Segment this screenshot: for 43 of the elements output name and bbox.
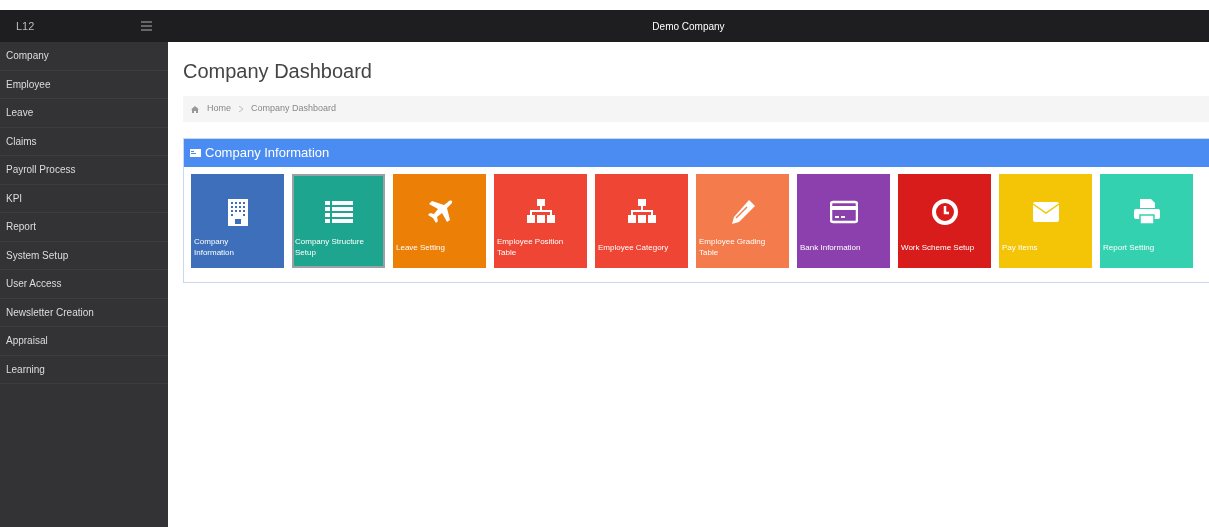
org-chart-icon xyxy=(627,198,656,226)
dashboard-tile[interactable]: Work Scheme Setup xyxy=(898,174,991,268)
sidebar-item[interactable]: Payroll Process xyxy=(0,156,168,185)
tile-label: Employee Grading Table xyxy=(699,236,767,258)
sidebar-item[interactable]: Company xyxy=(0,42,168,71)
page-title: Company Dashboard xyxy=(183,59,373,84)
company-name: Demo Company xyxy=(652,19,725,34)
sidebar-item[interactable]: Newsletter Creation xyxy=(0,298,168,327)
tile-label: Company Information xyxy=(194,236,236,258)
tile-label: Work Scheme Setup xyxy=(901,241,975,253)
tile-label: Report Setting xyxy=(1103,241,1155,253)
tile-label: Pay Items xyxy=(1002,241,1038,253)
tile-label: Employee Position Table xyxy=(497,236,565,258)
sidebar-item[interactable]: KPI xyxy=(0,184,168,213)
card-icon xyxy=(190,149,201,157)
home-icon xyxy=(191,105,199,113)
chevron-icon xyxy=(239,106,243,112)
tile-label: Company Structure Setup xyxy=(295,236,365,258)
breadcrumb-item[interactable]: Home xyxy=(207,102,231,116)
dashboard-tile[interactable]: Company Information xyxy=(191,174,284,268)
panel-title: Company Information xyxy=(205,144,330,163)
dashboard-tile[interactable]: Employee Position Table xyxy=(494,174,587,268)
sidebar-item[interactable]: Claims xyxy=(0,127,168,156)
list-icon xyxy=(324,198,353,226)
sidebar-item[interactable]: Leave xyxy=(0,99,168,128)
tile-label: Employee Category xyxy=(598,241,669,253)
sidebar-item[interactable]: System Setup xyxy=(0,241,168,270)
printer-icon xyxy=(1132,198,1161,226)
sidebar-item[interactable]: Report xyxy=(0,213,168,242)
tile-label: Bank Information xyxy=(800,241,861,253)
sidebar-item[interactable]: Employee xyxy=(0,70,168,99)
dashboard-tile[interactable]: Bank Information xyxy=(797,174,890,268)
menu-icon[interactable] xyxy=(141,21,152,31)
sidebar-item[interactable]: Appraisal xyxy=(0,327,168,356)
credit-card-icon xyxy=(829,198,858,226)
dashboard-tile[interactable]: Employee Category xyxy=(595,174,688,268)
clock-icon xyxy=(930,198,959,226)
breadcrumb-item: Company Dashboard xyxy=(251,102,337,116)
sidebar-item[interactable]: Learning xyxy=(0,355,168,384)
brand-text[interactable]: L12 xyxy=(16,17,35,35)
tile-label: Leave Setting xyxy=(396,241,445,253)
org-chart-icon xyxy=(526,198,555,226)
sidebar-item[interactable]: User Access xyxy=(0,270,168,299)
